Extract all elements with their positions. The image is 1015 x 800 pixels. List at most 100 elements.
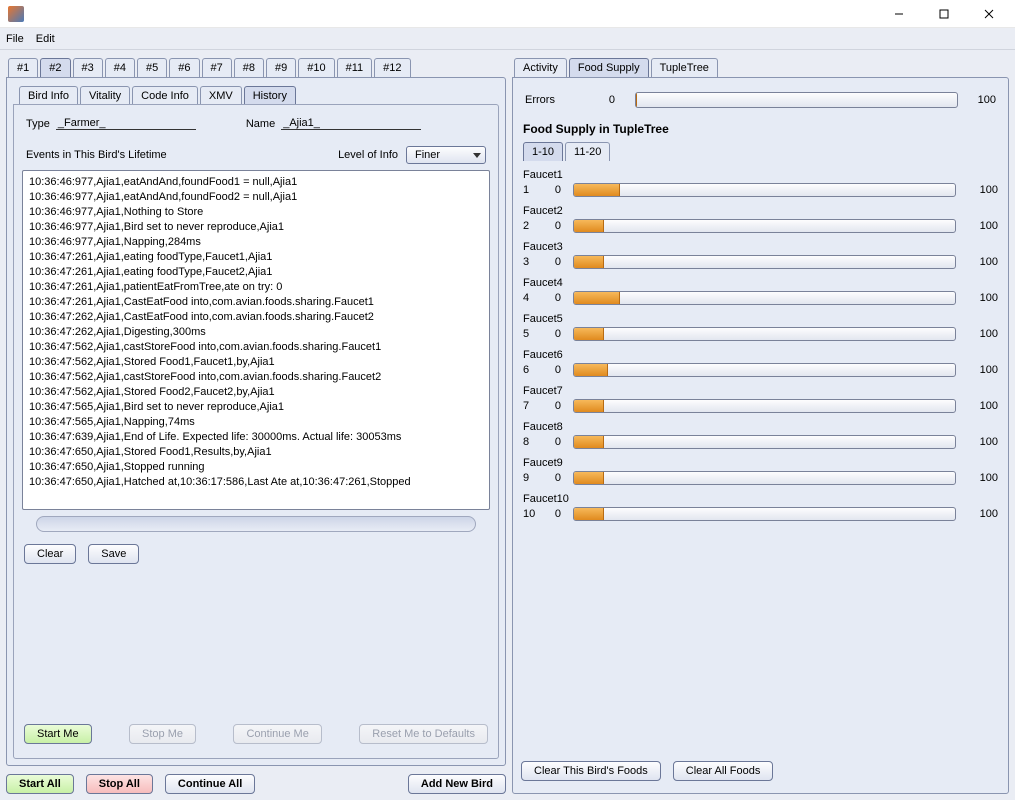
faucet-zero: 0 xyxy=(549,364,561,376)
faucet-zero: 0 xyxy=(549,508,561,520)
stop-all-button[interactable]: Stop All xyxy=(86,774,153,794)
subtab-history[interactable]: History xyxy=(244,86,296,105)
bird-tab-1[interactable]: #1 xyxy=(8,58,38,77)
continue-all-button[interactable]: Continue All xyxy=(165,774,255,794)
bird-tab-10[interactable]: #10 xyxy=(298,58,334,77)
log-line: 10:36:46:977,Ajia1,Bird set to never rep… xyxy=(29,220,483,235)
subtab-xmv[interactable]: XMV xyxy=(200,86,242,105)
faucet-zero: 0 xyxy=(549,256,561,268)
right-tab-tupletree[interactable]: TupleTree xyxy=(651,58,718,77)
level-label: Level of Info xyxy=(338,149,398,161)
faucet-bar-fill xyxy=(574,508,604,520)
faucet-zero: 0 xyxy=(549,292,561,304)
faucet-name: Faucet8 xyxy=(523,421,998,435)
log-line: 10:36:47:562,Ajia1,Stored Food1,Faucet1,… xyxy=(29,355,483,370)
clear-all-foods-button[interactable]: Clear All Foods xyxy=(673,761,774,781)
bird-subtabs: Bird InfoVitalityCode InfoXMVHistory xyxy=(19,86,499,105)
range-tabs: 1-1011-20 xyxy=(523,142,1002,161)
clear-button[interactable]: Clear xyxy=(24,544,76,564)
menu-file[interactable]: File xyxy=(6,33,24,45)
faucet-bar-fill xyxy=(574,364,608,376)
start-all-button[interactable]: Start All xyxy=(6,774,74,794)
add-new-bird-button[interactable]: Add New Bird xyxy=(408,774,506,794)
start-me-button[interactable]: Start Me xyxy=(24,724,92,744)
faucet-max: 100 xyxy=(968,472,998,484)
close-button[interactable] xyxy=(966,0,1011,28)
bird-tab-5[interactable]: #5 xyxy=(137,58,167,77)
reset-me-button[interactable]: Reset Me to Defaults xyxy=(359,724,488,744)
bird-tab-9[interactable]: #9 xyxy=(266,58,296,77)
log-line: 10:36:46:977,Ajia1,Nothing to Store xyxy=(29,205,483,220)
faucet-max: 100 xyxy=(968,292,998,304)
faucet-zero: 0 xyxy=(549,220,561,232)
log-line: 10:36:47:562,Ajia1,Stored Food2,Faucet2,… xyxy=(29,385,483,400)
faucet-9: Faucet990100 xyxy=(519,455,1002,491)
log-line: 10:36:47:261,Ajia1,eating foodType,Fauce… xyxy=(29,265,483,280)
faucet-bar-fill xyxy=(574,328,604,340)
bird-tab-11[interactable]: #11 xyxy=(337,58,373,77)
faucet-index: 8 xyxy=(523,436,537,448)
subtab-code-info[interactable]: Code Info xyxy=(132,86,198,105)
events-label: Events in This Bird's Lifetime xyxy=(26,149,167,161)
subtab-vitality[interactable]: Vitality xyxy=(80,86,130,105)
subtab-bird-info[interactable]: Bird Info xyxy=(19,86,78,105)
right-tabs: ActivityFood SupplyTupleTree xyxy=(512,56,1009,77)
bird-tab-4[interactable]: #4 xyxy=(105,58,135,77)
faucet-index: 4 xyxy=(523,292,537,304)
faucet-zero: 0 xyxy=(549,184,561,196)
continue-me-button[interactable]: Continue Me xyxy=(233,724,321,744)
faucet-max: 100 xyxy=(968,400,998,412)
save-button[interactable]: Save xyxy=(88,544,139,564)
faucet-5: Faucet550100 xyxy=(519,311,1002,347)
right-tab-activity[interactable]: Activity xyxy=(514,58,567,77)
faucet-bar xyxy=(573,327,956,341)
errors-max: 100 xyxy=(978,94,996,106)
faucet-index: 3 xyxy=(523,256,537,268)
faucet-bar xyxy=(573,507,956,521)
faucet-max: 100 xyxy=(968,436,998,448)
stop-me-button[interactable]: Stop Me xyxy=(129,724,196,744)
name-value: _Ajia1_ xyxy=(281,117,421,130)
right-tab-food-supply[interactable]: Food Supply xyxy=(569,58,649,77)
event-log[interactable]: 10:36:46:977,Ajia1,eatAndAnd,foundFood1 … xyxy=(22,170,490,510)
horizontal-scrollbar[interactable] xyxy=(36,516,476,532)
faucet-10: Faucet10100100 xyxy=(519,491,1002,527)
bird-tab-12[interactable]: #12 xyxy=(374,58,410,77)
faucet-zero: 0 xyxy=(549,400,561,412)
range-tab-11-20[interactable]: 11-20 xyxy=(565,142,610,161)
bird-tab-8[interactable]: #8 xyxy=(234,58,264,77)
bird-tab-2[interactable]: #2 xyxy=(40,58,70,77)
bird-tab-6[interactable]: #6 xyxy=(169,58,199,77)
log-line: 10:36:47:650,Ajia1,Stopped running xyxy=(29,460,483,475)
faucet-name: Faucet4 xyxy=(523,277,998,291)
bird-tab-7[interactable]: #7 xyxy=(202,58,232,77)
faucet-bar xyxy=(573,471,956,485)
faucet-max: 100 xyxy=(968,364,998,376)
faucet-bar xyxy=(573,435,956,449)
faucet-8: Faucet880100 xyxy=(519,419,1002,455)
faucet-list: Faucet110100Faucet220100Faucet330100Fauc… xyxy=(519,167,1002,527)
menu-edit[interactable]: Edit xyxy=(36,33,55,45)
faucet-index: 9 xyxy=(523,472,537,484)
minimize-button[interactable] xyxy=(876,0,921,28)
faucet-bar-fill xyxy=(574,472,604,484)
log-line: 10:36:47:565,Ajia1,Napping,74ms xyxy=(29,415,483,430)
faucet-bar xyxy=(573,255,956,269)
bird-tab-3[interactable]: #3 xyxy=(73,58,103,77)
faucet-max: 100 xyxy=(968,256,998,268)
errors-bar-fill xyxy=(636,93,637,107)
maximize-button[interactable] xyxy=(921,0,966,28)
faucet-max: 100 xyxy=(968,508,998,520)
menu-bar: File Edit xyxy=(0,28,1015,50)
faucet-index: 6 xyxy=(523,364,537,376)
faucet-index: 2 xyxy=(523,220,537,232)
faucet-bar-fill xyxy=(574,400,604,412)
log-line: 10:36:47:562,Ajia1,castStoreFood into,co… xyxy=(29,370,483,385)
range-tab-1-10[interactable]: 1-10 xyxy=(523,142,563,161)
faucet-max: 100 xyxy=(968,184,998,196)
errors-label: Errors xyxy=(525,94,555,106)
clear-bird-foods-button[interactable]: Clear This Bird's Foods xyxy=(521,761,661,781)
level-combo[interactable]: Finer xyxy=(406,146,486,164)
level-value: Finer xyxy=(415,149,440,161)
faucet-name: Faucet9 xyxy=(523,457,998,471)
